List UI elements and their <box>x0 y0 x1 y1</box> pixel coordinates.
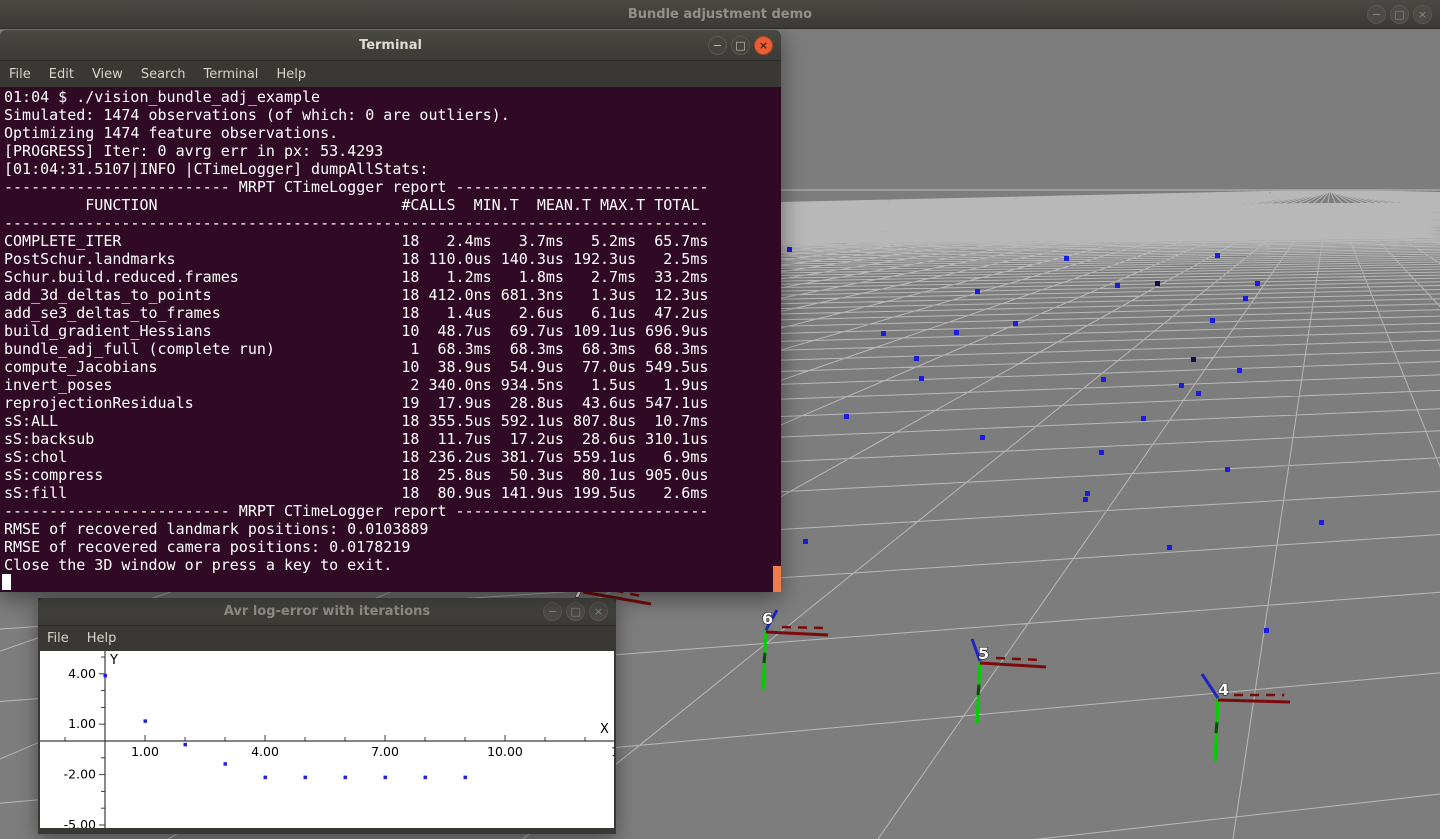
landmark-point <box>1191 357 1196 362</box>
svg-text:X: X <box>600 722 609 737</box>
landmark-point <box>803 539 808 544</box>
error-plot[interactable]: 1.00 4.00 7.00 10.00 13.0 -5.00 -2.00 1.00 4.00 X… <box>40 651 614 828</box>
landmark-point <box>1013 321 1018 326</box>
menu-view[interactable]: View <box>83 67 132 82</box>
data-point <box>304 776 308 780</box>
data-point <box>144 719 148 723</box>
landmark-point <box>881 331 886 336</box>
landmark-point <box>1099 450 1104 455</box>
svg-text:-5.00: -5.00 <box>64 817 96 828</box>
terminal-output: 01:04 $ ./vision_bundle_adj_example Simu… <box>0 87 781 574</box>
landmark-point <box>1101 377 1106 382</box>
landmark-point <box>975 289 980 294</box>
terminal-body[interactable]: 01:04 $ ./vision_bundle_adj_example Simu… <box>0 87 781 592</box>
minimize-button[interactable]: − <box>1367 5 1386 24</box>
data-point <box>344 776 348 780</box>
landmark-point <box>1064 256 1069 261</box>
close-button[interactable]: × <box>754 36 773 55</box>
camera-label: 6 <box>762 609 773 628</box>
terminal-title: Terminal <box>359 38 422 53</box>
minimize-button[interactable]: − <box>543 602 562 621</box>
landmark-point <box>1225 467 1230 472</box>
svg-text:-2.00: -2.00 <box>64 767 96 782</box>
menu-file[interactable]: File <box>38 631 78 646</box>
terminal-titlebar[interactable]: Terminal − □ × <box>0 30 781 61</box>
data-point <box>384 776 388 780</box>
svg-text:4.00: 4.00 <box>68 666 96 681</box>
menu-search[interactable]: Search <box>132 67 195 82</box>
landmark-point <box>787 247 792 252</box>
landmark-point <box>980 435 985 440</box>
landmark-point <box>1155 281 1160 286</box>
menu-file[interactable]: File <box>0 67 40 82</box>
landmark-point <box>1167 545 1172 550</box>
terminal-scrollbar-thumb[interactable] <box>773 566 781 592</box>
terminal-window: Terminal − □ × FileEditViewSearchTermina… <box>0 30 781 592</box>
menu-help[interactable]: Help <box>267 67 315 82</box>
svg-text:10.00: 10.00 <box>487 744 523 759</box>
maximize-button[interactable]: □ <box>731 36 750 55</box>
svg-text:4.00: 4.00 <box>251 744 279 759</box>
landmark-point <box>1237 368 1242 373</box>
menu-edit[interactable]: Edit <box>40 67 83 82</box>
landmark-point <box>914 356 919 361</box>
plot-menubar: FileHelp <box>38 626 616 651</box>
landmark-point <box>1210 318 1215 323</box>
plot-window: Avr log-error with iterations − □ × File… <box>38 598 616 834</box>
svg-text:Y: Y <box>109 653 118 668</box>
svg-text:7.00: 7.00 <box>371 744 399 759</box>
data-point <box>224 762 228 766</box>
main-window-titlebar[interactable]: Bundle adjustment demo − □ × <box>0 0 1440 29</box>
data-point <box>424 776 428 780</box>
data-point <box>464 776 468 780</box>
terminal-menubar: FileEditViewSearchTerminalHelp <box>0 61 781 87</box>
camera-label: 5 <box>978 644 989 663</box>
data-point <box>264 776 268 780</box>
data-point <box>104 674 108 678</box>
close-button[interactable]: × <box>589 602 608 621</box>
menu-help[interactable]: Help <box>78 631 126 646</box>
landmark-point <box>919 376 924 381</box>
landmark-point <box>1179 383 1184 388</box>
menu-terminal[interactable]: Terminal <box>194 67 267 82</box>
landmark-point <box>1255 281 1260 286</box>
terminal-cursor <box>2 574 11 590</box>
landmark-point <box>1085 491 1090 496</box>
plot-titlebar[interactable]: Avr log-error with iterations − □ × <box>38 598 616 626</box>
svg-text:1.00: 1.00 <box>131 744 159 759</box>
close-button[interactable]: × <box>1413 5 1432 24</box>
maximize-button[interactable]: □ <box>566 602 585 621</box>
landmark-point <box>844 414 849 419</box>
landmark-point <box>1115 283 1120 288</box>
plot-title: Avr log-error with iterations <box>224 604 430 619</box>
landmark-point <box>1083 497 1088 502</box>
main-window-title: Bundle adjustment demo <box>628 7 812 22</box>
landmark-point <box>1196 391 1201 396</box>
landmark-point <box>1215 253 1220 258</box>
landmark-point <box>1264 628 1269 633</box>
svg-text:1.00: 1.00 <box>68 716 96 731</box>
landmark-point <box>1243 296 1248 301</box>
landmark-point <box>1319 520 1324 525</box>
landmark-point <box>1141 416 1146 421</box>
minimize-button[interactable]: − <box>708 36 727 55</box>
landmark-point <box>954 330 959 335</box>
data-point <box>184 743 188 747</box>
camera-label: 4 <box>1218 680 1229 699</box>
svg-text:13.0: 13.0 <box>611 744 614 759</box>
maximize-button[interactable]: □ <box>1390 5 1409 24</box>
